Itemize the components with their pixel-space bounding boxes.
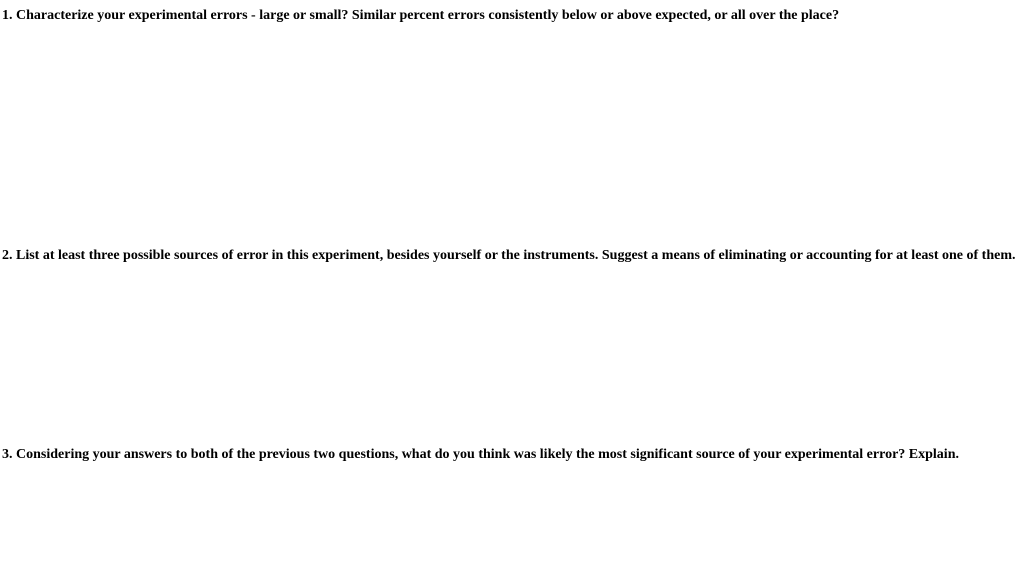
question-2: 2. List at least three possible sources … [0, 246, 1024, 266]
question-1: 1. Characterize your experimental errors… [0, 6, 1024, 26]
question-3: 3. Considering your answers to both of t… [0, 445, 1024, 465]
